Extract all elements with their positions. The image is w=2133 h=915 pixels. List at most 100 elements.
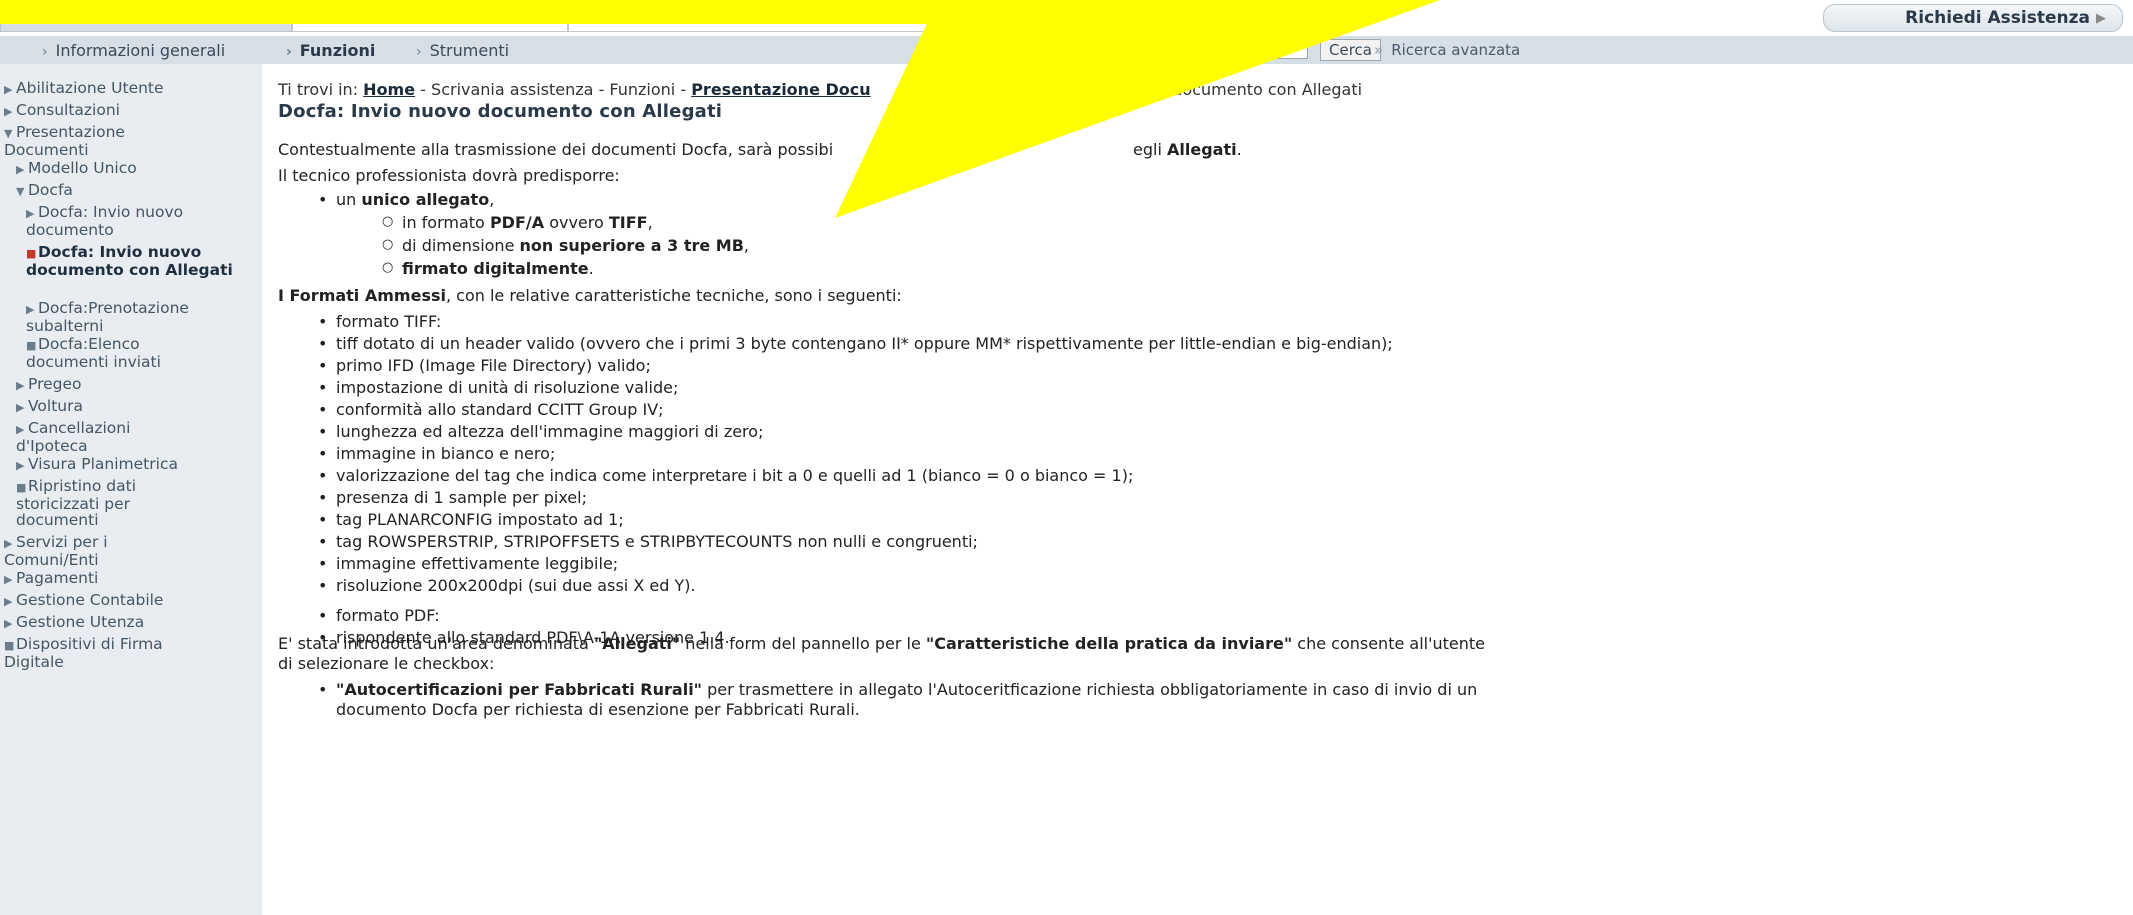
tab-accessori[interactable]: Accessori: [568, 4, 928, 32]
sidebar-label: Pregeo: [28, 375, 82, 393]
breadcrumb-text: - Scrivania assistenza - Funzioni -: [420, 80, 687, 99]
sidebar-label: Servizi per i Comuni/Enti: [4, 533, 108, 569]
text: , con le relative caratteristiche tecnic…: [445, 286, 902, 305]
sidebar-item-dispositivi-firma[interactable]: ■ Dispositivi di Firma Digitale: [4, 636, 204, 670]
arrow-down-icon: ▼: [16, 185, 25, 198]
intro-tail: egli Allegati.: [1133, 140, 1242, 159]
sidebar-label: Gestione Contabile: [16, 591, 164, 609]
chevron-right-icon: ›: [42, 44, 48, 60]
sidebar-item-abilitazione-utente[interactable]: ▶ Abilitazione Utente: [4, 80, 164, 98]
sub-navigation: › Informazioni generali › Funzioni › Strume…: [0, 36, 2133, 64]
bold-text: firmato digitalmente: [402, 259, 589, 278]
sidebar-label: Docfa: Invio nuovo documento: [26, 203, 184, 239]
list-item: primo IFD (Image File Directory) valido;: [318, 356, 651, 375]
tab-hidden[interactable]: [928, 4, 1148, 32]
sidebar-item-servizi-comuni[interactable]: ▶ Servizi per i Comuni/Enti: [4, 534, 194, 568]
double-chevron-icon: »: [1374, 41, 1384, 59]
assist-label: Richiedi Assistenza: [1905, 8, 2090, 28]
arrow-bullet-icon: ▶: [16, 163, 25, 176]
list-item: immagine effettivamente leggibile;: [318, 554, 618, 573]
ricerca-avanzata-link[interactable]: » Ricerca avanzata: [1374, 41, 1520, 59]
sidebar-item-visura-planimetrica[interactable]: ▶ Visura Planimetrica: [16, 456, 178, 474]
search-input[interactable]: [1150, 39, 1308, 59]
arrow-bullet-icon: ▶: [4, 537, 13, 550]
richiedi-assistenza-button[interactable]: Richiedi Assistenza ▶: [1823, 4, 2123, 32]
list-item-allegato: un unico allegato,: [318, 190, 494, 209]
list-item: conformità allo standard CCITT Group IV;: [318, 400, 664, 419]
sidebar-label: Voltura: [28, 397, 83, 415]
list-item: immagine in bianco e nero;: [318, 444, 555, 463]
arrow-bullet-icon: ▶: [16, 379, 25, 392]
autocertificazione-line2: documento Docfa per richiesta di esenzio…: [336, 700, 860, 719]
top-tab-bar: Scrivania assistenza Comunicazioni e nor…: [0, 0, 2133, 34]
cerca-label: Cerca: [1329, 41, 1372, 59]
sidebar-label: Docfa: Invio nuovo documento con Allegat…: [26, 243, 233, 279]
text: di dimensione: [402, 236, 520, 255]
tecnico-text: Il tecnico professionista dovrà predispo…: [278, 166, 620, 185]
sidebar-item-pagamenti[interactable]: ▶ Pagamenti: [4, 570, 98, 588]
page-title: Docfa: Invio nuovo documento con Allegat…: [278, 101, 723, 122]
tab-label: Comunicazioni e normativa: [313, 8, 547, 28]
sidebar-label: Docfa:Elenco documenti inviati: [26, 335, 161, 371]
list-item: tag ROWSPERSTRIP, STRIPOFFSETS e STRIPBY…: [318, 532, 978, 551]
sidebar-item-ripristino[interactable]: ■ Ripristino dati storicizzati per docume…: [16, 478, 196, 528]
list-item: impostazione di unità di risoluzione val…: [318, 378, 678, 397]
cerca-button[interactable]: Cerca: [1320, 39, 1381, 61]
area-text-line2: di selezionare le checkbox:: [278, 654, 495, 673]
intro-tail-post: .: [1236, 140, 1242, 159]
sidebar-item-docfa-prenotazione[interactable]: ▶ Docfa:Prenotazione subalterni: [26, 300, 236, 334]
list-item: valorizzazione del tag che indica come i…: [318, 466, 1133, 485]
sidebar-item-voltura[interactable]: ▶ Voltura: [16, 398, 83, 416]
chevron-right-icon: ›: [286, 44, 292, 60]
sidebar-item-pregeo[interactable]: ▶ Pregeo: [16, 376, 82, 394]
sidebar-item-docfa-elenco[interactable]: ■ Docfa:Elenco documenti inviati: [26, 336, 226, 370]
sidebar-label: Abilitazione Utente: [16, 79, 164, 97]
sidebar-label: Gestione Utenza: [16, 613, 145, 631]
list-item-autocertificazione: "Autocertificazioni per Fabbricati Rural…: [318, 680, 1478, 699]
bold-text: non superiore a 3 tre MB: [519, 236, 744, 255]
list-item: tag PLANARCONFIG impostato ad 1;: [318, 510, 624, 529]
subnav-informazioni-generali[interactable]: › Informazioni generali: [42, 41, 225, 60]
sidebar-item-cancellazioni[interactable]: ▶ Cancellazioni d'Ipoteca: [16, 420, 196, 454]
bold-text: I Formati Ammessi: [278, 286, 446, 305]
bold-text: TIFF: [608, 213, 648, 232]
sidebar-item-presentazione-documenti[interactable]: ▼ Presentazione Documenti: [4, 124, 214, 158]
sidebar-label: Docfa:Prenotazione subalterni: [26, 299, 189, 335]
subnav-label: Funzioni: [299, 41, 376, 60]
square-bullet-icon: ■: [26, 247, 37, 260]
sidebar-label: Cancellazioni d'Ipoteca: [16, 419, 131, 455]
arrow-bullet-icon: ▶: [4, 105, 13, 118]
sidebar-item-docfa-invio[interactable]: ▶ Docfa: Invio nuovo documento: [26, 204, 226, 238]
list-item: formato TIFF:: [318, 312, 441, 331]
sidebar-item-modello-unico[interactable]: ▶ Modello Unico: [16, 160, 137, 178]
sidebar-label: Modello Unico: [28, 159, 137, 177]
text: per trasmettere in allegato l'Autoceritf…: [702, 680, 1478, 699]
sidebar-item-gestione-contabile[interactable]: ▶ Gestione Contabile: [4, 592, 163, 610]
tab-label: Scrivania assistenza: [48, 8, 244, 28]
tab-scrivania-assistenza[interactable]: Scrivania assistenza: [0, 4, 292, 32]
text: ovvero: [544, 213, 609, 232]
arrow-bullet-icon: ▶: [16, 459, 25, 472]
subnav-funzioni[interactable]: › Funzioni: [286, 41, 375, 60]
sidebar-label: Presentazione Documenti: [4, 123, 125, 159]
tab-comunicazioni-normativa[interactable]: Comunicazioni e normativa: [292, 4, 568, 32]
sidebar-item-docfa[interactable]: ▼ Docfa: [16, 182, 73, 200]
sidebar-item-consultazioni[interactable]: ▶ Consultazioni: [4, 102, 120, 120]
bold-text: unico allegato: [361, 190, 490, 209]
list-item: formato PDF:: [318, 606, 440, 625]
list-item: lunghezza ed altezza dell'immagine maggi…: [318, 422, 763, 441]
sidebar: ▶ Abilitazione Utente ▶ Consultazioni ▼ Pre…: [0, 64, 262, 915]
ricerca-avanzata-label: Ricerca avanzata: [1391, 41, 1521, 59]
list-item: presenza di 1 sample per pixel;: [318, 488, 587, 507]
arrow-bullet-icon: ▶: [4, 617, 13, 630]
sidebar-label: Consultazioni: [16, 101, 120, 119]
list-item: tiff dotato di un header valido (ovvero …: [318, 334, 1393, 353]
sidebar-item-docfa-invio-allegati[interactable]: ■ Docfa: Invio nuovo documento con Allega…: [26, 244, 236, 278]
subnav-strumenti[interactable]: › Strumenti: [416, 41, 509, 60]
bold-text: "Autocertificazioni per Fabbricati Rural…: [336, 680, 703, 699]
sidebar-item-gestione-utenza[interactable]: ▶ Gestione Utenza: [4, 614, 144, 632]
tab-label: Accessori: [707, 8, 789, 28]
breadcrumb-home-link[interactable]: Home: [363, 80, 415, 99]
sidebar-label: Ripristino dati storicizzati per documen…: [16, 477, 137, 529]
breadcrumb-presentazione-link[interactable]: Presentazione Docu: [691, 80, 870, 99]
